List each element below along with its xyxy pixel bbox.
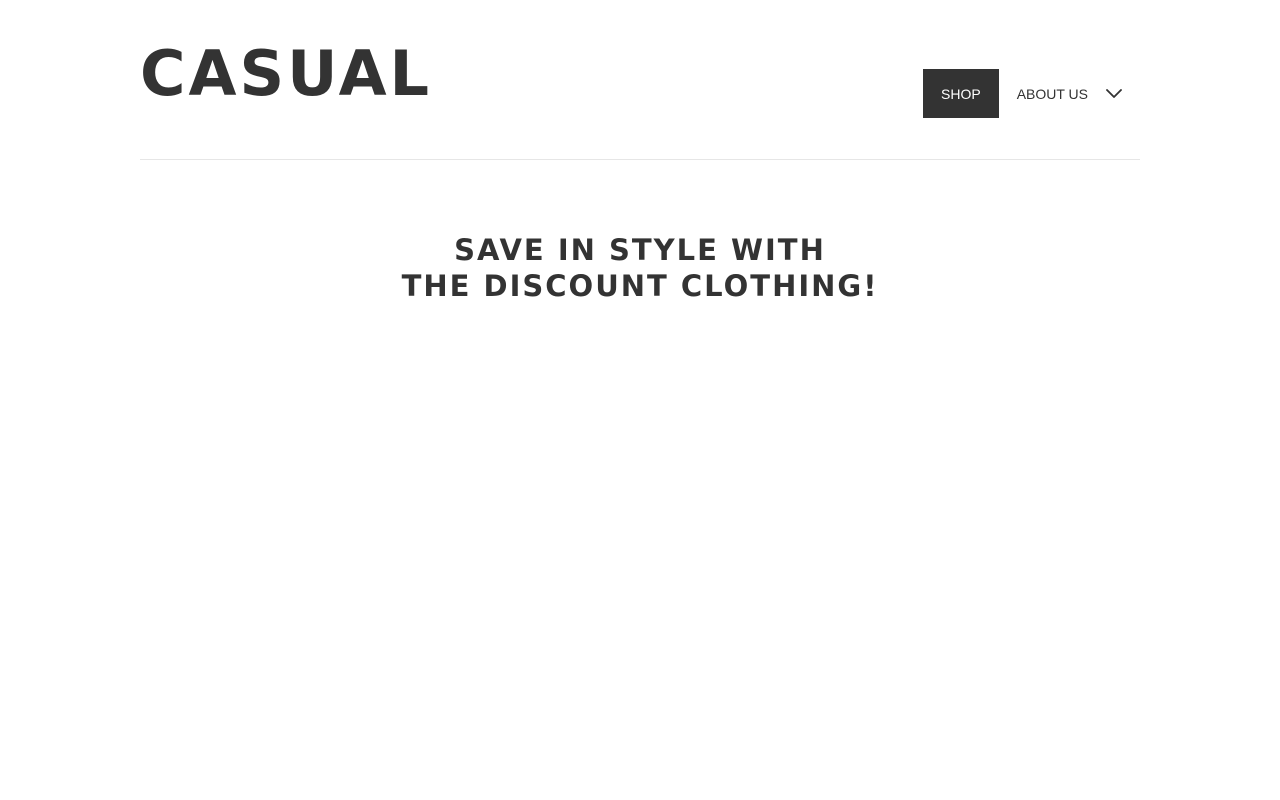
hero-section: SAVE IN STYLE WITH THE DISCOUNT CLOTHING… [0,232,1280,304]
page: CASUAL SHOP ABOUT US SAVE IN STYLE WITH … [0,0,1280,800]
nav-item-about-us[interactable]: ABOUT US [999,69,1088,118]
hero-heading-line-2: THE DISCOUNT CLOTHING! [401,269,879,303]
hero-heading: SAVE IN STYLE WITH THE DISCOUNT CLOTHING… [0,232,1280,304]
hero-heading-line-1: SAVE IN STYLE WITH [454,233,826,267]
nav-item-shop[interactable]: SHOP [923,69,999,118]
chevron-down-icon[interactable] [1088,69,1140,118]
main-nav: SHOP ABOUT US [923,69,1140,118]
site-header: CASUAL SHOP ABOUT US [140,0,1140,160]
site-logo[interactable]: CASUAL [140,38,432,110]
